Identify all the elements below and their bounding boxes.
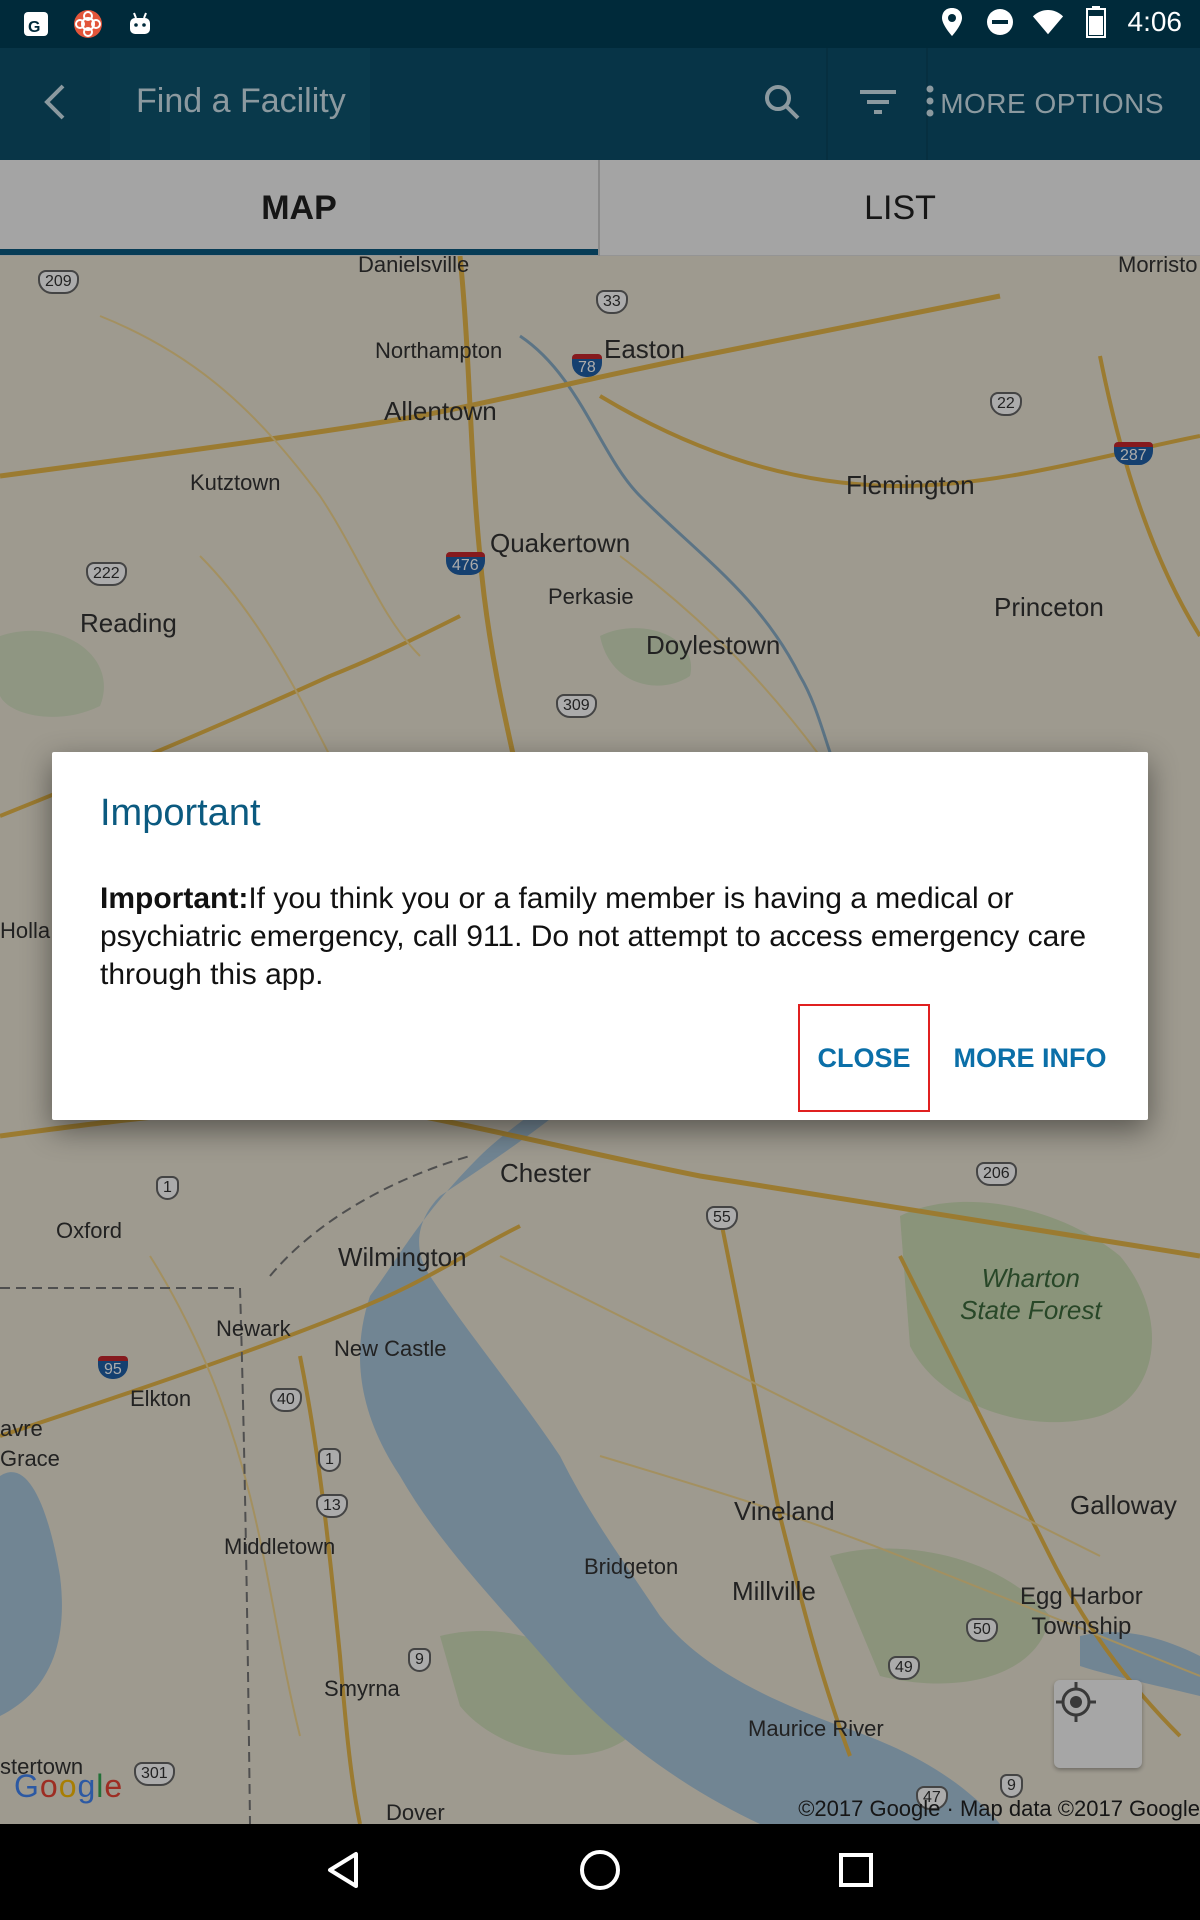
dialog-body-text: If you think you or a family member is h… xyxy=(100,882,1087,991)
back-triangle-icon xyxy=(324,1850,364,1894)
dialog-title: Important xyxy=(100,792,261,834)
location-icon xyxy=(936,6,968,38)
svg-text:G: G xyxy=(28,19,40,36)
android-icon xyxy=(124,8,156,40)
dialog-body-bold: Important: xyxy=(100,882,249,915)
maps-notification-icon: G xyxy=(20,8,52,40)
status-bar: G 4:06 xyxy=(0,0,1200,48)
recents-square-icon xyxy=(837,1851,875,1893)
nav-recents-button[interactable] xyxy=(796,1824,916,1920)
home-circle-icon xyxy=(578,1848,622,1896)
wifi-icon xyxy=(1032,6,1064,38)
dialog-body: Important:If you think you or a family m… xyxy=(100,880,1100,994)
important-dialog: Important Important:If you think you or … xyxy=(52,752,1148,1120)
status-time: 4:06 xyxy=(1127,6,1183,37)
more-info-button[interactable]: MORE INFO xyxy=(940,1004,1120,1112)
battery-icon xyxy=(1080,6,1112,38)
close-button[interactable]: CLOSE xyxy=(798,1004,930,1112)
nav-back-button[interactable] xyxy=(284,1824,404,1920)
app-notification-icon xyxy=(72,8,104,40)
do-not-disturb-icon xyxy=(984,6,1016,38)
nav-home-button[interactable] xyxy=(540,1824,660,1920)
navigation-bar xyxy=(0,1824,1200,1920)
